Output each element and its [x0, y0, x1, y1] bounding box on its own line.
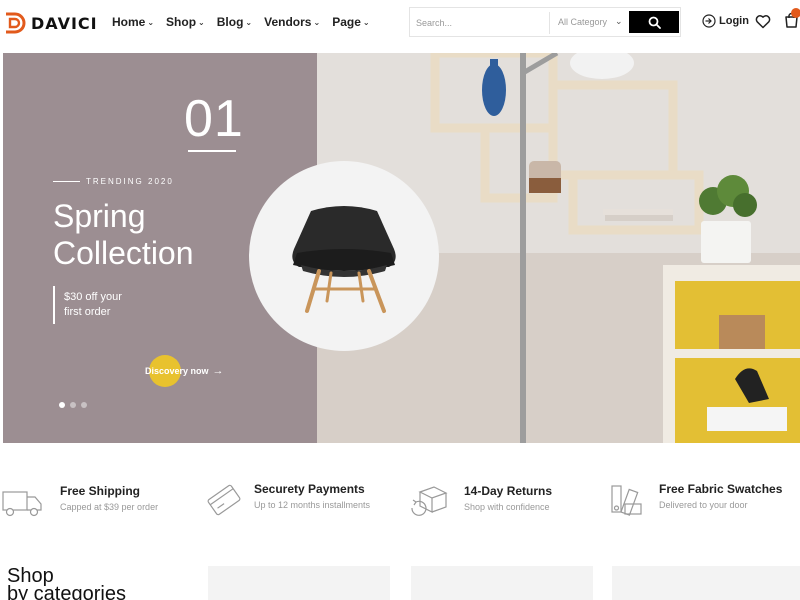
feature-returns: 14-Day Returns Shop with confidence — [408, 484, 552, 520]
nav-item-page[interactable]: Page ⌄ — [332, 15, 369, 29]
categories-heading-line2: by categories — [7, 583, 126, 600]
search-icon — [648, 16, 661, 29]
feature-subtitle: Shop with confidence — [464, 502, 550, 512]
nav-item-shop[interactable]: Shop ⌄ — [166, 15, 205, 29]
credit-card-icon — [207, 484, 241, 516]
armchair-image — [292, 206, 396, 313]
offer-text-line1: $30 off your — [64, 291, 122, 303]
login-link[interactable]: Login — [702, 14, 749, 28]
category-card[interactable] — [612, 566, 800, 600]
logo-icon — [6, 12, 26, 34]
chevron-down-icon: ⌄ — [313, 17, 321, 27]
login-label: Login — [719, 15, 749, 27]
tagline-rule — [53, 181, 80, 182]
chevron-down-icon: ⌄ — [615, 16, 623, 26]
swatches-icon — [611, 485, 642, 516]
featured-product-circle — [249, 161, 439, 351]
nav-item-label: Home — [112, 15, 146, 29]
search-button[interactable] — [629, 11, 679, 33]
chevron-down-icon: ⌄ — [245, 17, 253, 27]
arrow-right-icon: → — [212, 365, 224, 377]
chevron-down-icon: ⌄ — [147, 17, 155, 27]
nav-item-label: Blog — [216, 15, 244, 29]
slider-pagination — [59, 402, 87, 408]
slider-dot-1[interactable] — [59, 402, 65, 408]
chevron-down-icon: ⌄ — [362, 17, 370, 27]
return-box-icon — [411, 486, 448, 516]
slider-dot-3[interactable] — [81, 402, 87, 408]
hero-tagline: TRENDING 2020 — [86, 177, 174, 186]
cta-label: Discovery now — [145, 366, 209, 376]
nav-item-label: Shop — [166, 15, 197, 29]
nav-item-label: Vendors — [264, 15, 312, 29]
slide-number-underline — [188, 150, 236, 152]
category-card[interactable] — [208, 566, 390, 600]
chevron-down-icon: ⌄ — [198, 17, 205, 27]
login-icon — [702, 14, 716, 28]
site-header: DAVICI Home ⌄ Shop ⌄ Blog ⌄ Vendors ⌄ Page ⌄ … — [0, 0, 800, 46]
feature-free-shipping: Free Shipping Capped at $39 per order — [2, 484, 158, 520]
search-bar: All Category ⌄ — [409, 7, 681, 37]
nav-item-label: Page — [332, 15, 361, 29]
category-select-value: All Category — [558, 16, 608, 27]
brand-logo[interactable]: DAVICI — [2, 10, 98, 36]
cart-count-badge — [791, 8, 800, 18]
offer-accent-bar — [53, 286, 55, 324]
feature-secure-payments: Securety Payments Up to 12 months instal… — [204, 482, 370, 518]
offer-text-line2: first order — [64, 306, 111, 318]
feature-title: Free Shipping — [60, 484, 141, 498]
feature-subtitle: Capped at $39 per order — [60, 502, 159, 512]
nav-item-vendors[interactable]: Vendors ⌄ — [264, 15, 320, 29]
feature-fabric-swatches: Free Fabric Swatches Delivered to your d… — [609, 482, 782, 518]
truck-icon — [2, 491, 42, 517]
hero-slider: 01 TRENDING 2020 Spring Collection $30 o… — [3, 53, 800, 443]
feature-title: Securety Payments — [254, 482, 365, 496]
search-input[interactable] — [416, 14, 544, 32]
brand-name: DAVICI — [31, 13, 98, 33]
nav-item-home[interactable]: Home ⌄ — [112, 15, 154, 29]
hero-title-line2: Collection — [53, 235, 194, 271]
nav-item-blog[interactable]: Blog ⌄ — [217, 15, 252, 29]
feature-subtitle: Delivered to your door — [659, 500, 748, 510]
feature-title: Free Fabric Swatches — [659, 482, 783, 496]
hero-title-line1: Spring — [53, 198, 146, 234]
category-select[interactable]: All Category ⌄ — [558, 16, 623, 27]
heart-icon[interactable] — [755, 14, 771, 29]
main-nav: Home ⌄ Shop ⌄ Blog ⌄ Vendors ⌄ Page ⌄ — [112, 15, 382, 29]
category-card[interactable] — [411, 566, 593, 600]
discover-now-button[interactable]: Discovery now → — [145, 365, 224, 377]
feature-subtitle: Up to 12 months installments — [254, 500, 371, 510]
slider-dot-2[interactable] — [70, 402, 76, 408]
search-divider — [549, 12, 550, 34]
slide-number: 01 — [184, 90, 244, 148]
feature-title: 14-Day Returns — [464, 484, 553, 498]
